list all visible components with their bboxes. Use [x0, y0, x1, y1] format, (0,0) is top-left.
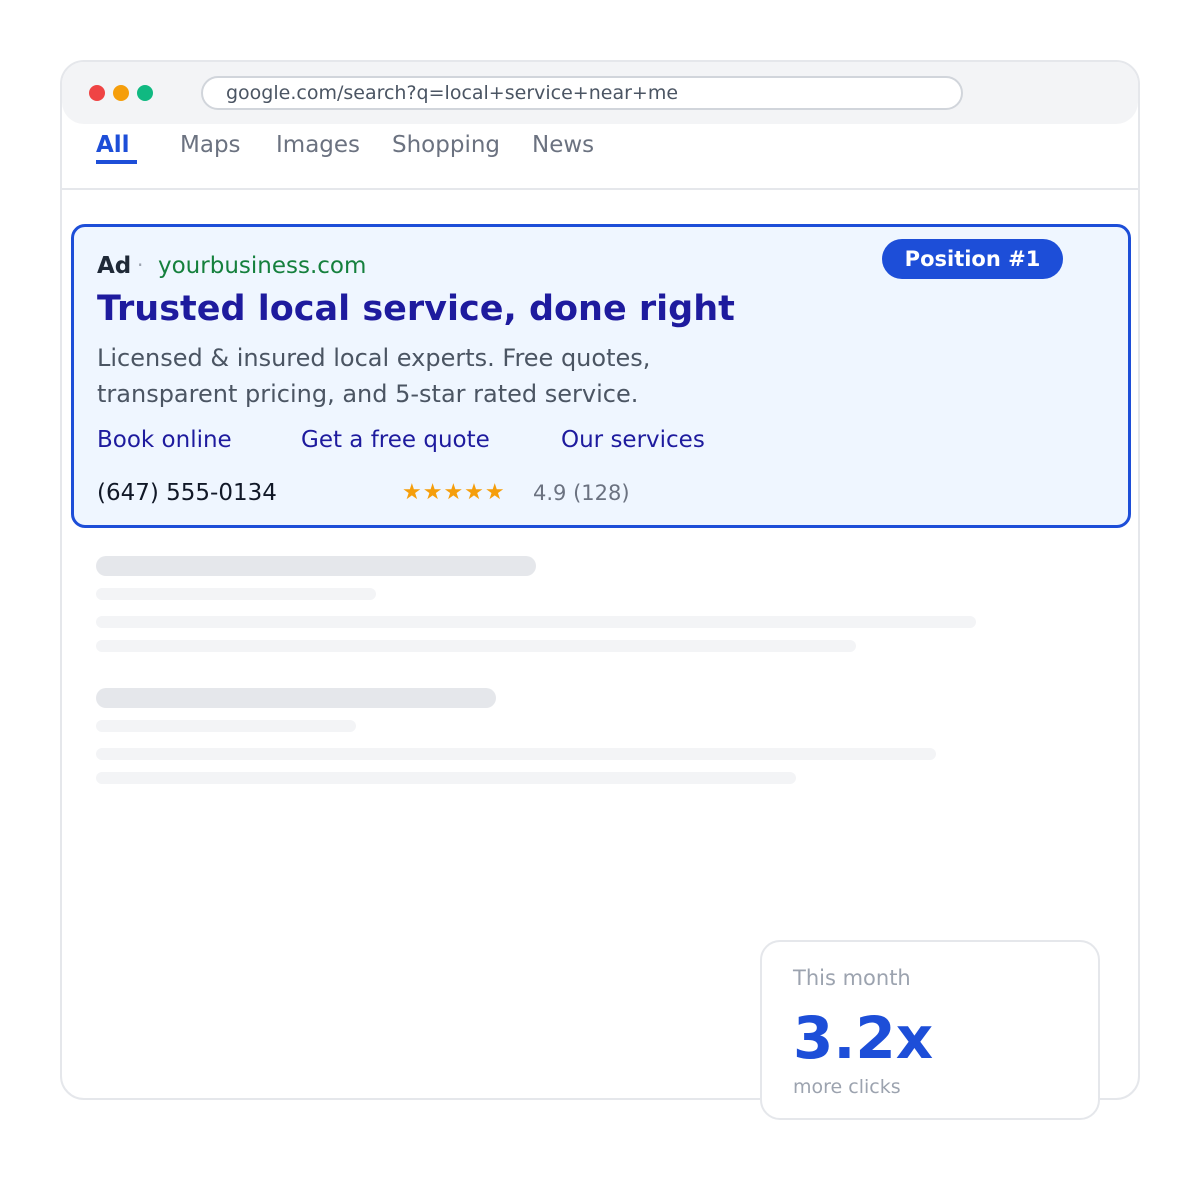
tab-news[interactable]: News: [532, 132, 594, 158]
tab-images[interactable]: Images: [276, 132, 360, 158]
close-window-icon[interactable]: [89, 85, 105, 101]
minimize-window-icon[interactable]: [113, 85, 129, 101]
ad-label: Ad: [97, 253, 132, 279]
position-badge: Position #1: [882, 239, 1063, 279]
tab-all[interactable]: All: [96, 132, 130, 158]
result-placeholder-line: [96, 588, 376, 600]
address-bar[interactable]: google.com/search?q=local+service+near+m…: [201, 76, 963, 110]
sitelink-our-services[interactable]: Our services: [561, 427, 705, 453]
result-placeholder-line: [96, 748, 936, 760]
active-tab-indicator: [96, 160, 137, 164]
search-tabs: All Maps Images Shopping News: [62, 124, 1138, 190]
tab-maps[interactable]: Maps: [180, 132, 241, 158]
ad-description: Licensed & insured local experts. Free q…: [97, 344, 651, 408]
ad-title-link[interactable]: Trusted local service, done right: [97, 289, 735, 329]
result-placeholder-title: [96, 556, 536, 576]
stat-value: 3.2x: [793, 1004, 934, 1072]
sitelink-free-quote[interactable]: Get a free quote: [301, 427, 490, 453]
ad-separator: ·: [137, 253, 144, 277]
ad-domain[interactable]: yourbusiness.com: [158, 253, 366, 279]
tab-shopping[interactable]: Shopping: [392, 132, 500, 158]
result-placeholder-line: [96, 772, 796, 784]
result-placeholder-line: [96, 640, 856, 652]
result-placeholder-line: [96, 616, 976, 628]
sponsored-ad-result[interactable]: Ad · yourbusiness.com Position #1 Truste…: [71, 224, 1131, 528]
result-placeholder-line: [96, 720, 356, 732]
result-placeholder-title: [96, 688, 496, 708]
stat-card: This month 3.2x more clicks: [760, 940, 1100, 1120]
stat-label: This month: [793, 966, 911, 990]
maximize-window-icon[interactable]: [137, 85, 153, 101]
browser-titlebar: google.com/search?q=local+service+near+m…: [62, 62, 1138, 124]
sitelink-book-online[interactable]: Book online: [97, 427, 232, 453]
ad-phone-number[interactable]: (647) 555-0134: [97, 480, 277, 506]
stat-sublabel: more clicks: [793, 1076, 901, 1098]
rating-text: 4.9 (128): [533, 481, 630, 505]
star-rating-icon: ★★★★★: [402, 480, 506, 505]
